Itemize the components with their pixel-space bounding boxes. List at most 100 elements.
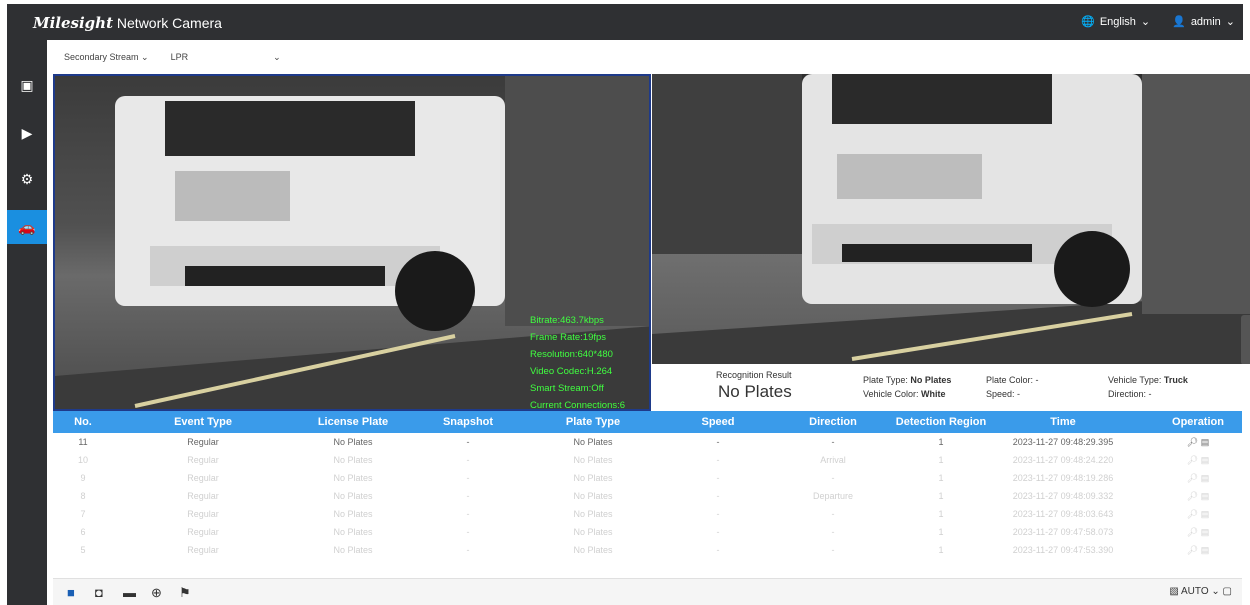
cell-speed: - (716, 491, 720, 501)
stream-select[interactable]: Secondary Stream ⌄ (64, 52, 149, 63)
operation-icons[interactable]: 🔎︎ ▤ (1163, 541, 1233, 559)
plate-type-label: Plate Type: (863, 375, 908, 385)
record-icon[interactable]: ▬ (123, 585, 136, 600)
delete-icon[interactable]: ▤ (1201, 491, 1210, 501)
search-icon[interactable]: 🔎︎ (1187, 491, 1198, 501)
col-event-type[interactable]: Event Type (153, 411, 253, 433)
delete-icon[interactable]: ▤ (1201, 509, 1210, 519)
direction-label: Direction: (1108, 389, 1147, 399)
sidebar-item-playback[interactable]: ▶ (7, 116, 47, 150)
col-operation[interactable]: Operation (1163, 411, 1233, 433)
zoom-mode-select[interactable]: ▧ AUTO ⌄ ▢ (1169, 586, 1232, 597)
search-icon[interactable]: 🔎︎ (1187, 473, 1198, 483)
cell-snapshot: - (466, 509, 470, 519)
snapshot-pane[interactable] (652, 74, 1250, 364)
stream-select-label: Secondary Stream (64, 52, 139, 62)
table-row[interactable]: 7 Regular No Plates - No Plates - - 1 2023-11-27… (53, 505, 1242, 523)
cell-direction: - (831, 473, 835, 483)
alarm-icon[interactable]: ⚑ (179, 585, 191, 601)
side-panel-handle[interactable] (1241, 315, 1250, 365)
video-osd: Bitrate:463.7kbps Frame Rate:19fps Resol… (530, 312, 625, 409)
cell-direction: - (831, 527, 835, 537)
car-icon: 🚗 (18, 218, 36, 235)
operation-icons[interactable]: 🔎︎ ▤ (1163, 433, 1233, 451)
search-icon[interactable]: 🔎︎ (1187, 455, 1198, 465)
gear-icon: ⚙ (20, 170, 34, 187)
cell-time: 2023-11-27 09:47:58.073 (1012, 527, 1114, 537)
table-row[interactable]: 10 Regular No Plates - No Plates - Arrival 1 202… (53, 451, 1242, 469)
search-icon[interactable]: 🔎︎ (1187, 527, 1198, 537)
cell-time: 2023-11-27 09:48:09.332 (1012, 491, 1114, 501)
col-direction[interactable]: Direction (798, 411, 868, 433)
cell-direction: Departure (812, 491, 854, 501)
delete-icon[interactable]: ▤ (1201, 527, 1210, 537)
col-snapshot[interactable]: Snapshot (433, 411, 503, 433)
operation-icons[interactable]: 🔎︎ ▤ (1163, 523, 1233, 541)
cell-no: 7 (80, 509, 86, 519)
live-video-pane[interactable]: Bitrate:463.7kbps Frame Rate:19fps Resol… (53, 74, 651, 411)
speed-value: - (1017, 389, 1021, 399)
speed-label: Speed: (986, 389, 1015, 399)
top-bar: Milesight Network Camera 🌐 English ⌄ 👤 a… (7, 4, 1243, 40)
zoom-icon[interactable]: ⊕ (151, 585, 162, 601)
table-row[interactable]: 11 Regular No Plates - No Plates - - 1 2023-11-2… (53, 433, 1242, 451)
mode-select[interactable]: LPR ⌄ (171, 52, 281, 63)
cell-snapshot: - (466, 545, 470, 555)
cell-no: 9 (80, 473, 86, 483)
cell-direction: - (831, 545, 835, 555)
sidebar-item-lpr[interactable]: 🚗 (7, 210, 47, 244)
cell-detection-region: 1 (938, 527, 944, 537)
recognition-result-value: No Plates (718, 382, 792, 401)
col-time[interactable]: Time (1008, 411, 1118, 433)
operation-icons[interactable]: 🔎︎ ▤ (1163, 469, 1233, 487)
cell-speed: - (716, 437, 720, 447)
col-speed[interactable]: Speed (683, 411, 753, 433)
stop-icon[interactable]: ■ (67, 585, 75, 600)
user-label: admin (1190, 15, 1221, 28)
cell-license-plate: No Plates (333, 527, 373, 537)
recognition-result-label: Recognition Result (716, 370, 792, 380)
table-row[interactable]: 6 Regular No Plates - No Plates - - 1 2023-11-27… (53, 523, 1242, 541)
table-row[interactable]: 8 Regular No Plates - No Plates - Departure 1 20… (53, 487, 1242, 505)
delete-icon[interactable]: ▤ (1201, 473, 1210, 483)
cell-snapshot: - (466, 455, 470, 465)
search-icon[interactable]: 🔎︎ (1187, 509, 1198, 519)
stream-selector: Secondary Stream ⌄ LPR ⌄ (64, 52, 281, 63)
cell-time: 2023-11-27 09:48:24.220 (1012, 455, 1114, 465)
operation-icons[interactable]: 🔎︎ ▤ (1163, 505, 1233, 523)
cell-time: 2023-11-27 09:48:03.643 (1012, 509, 1114, 519)
table-row[interactable]: 9 Regular No Plates - No Plates - - 1 2023-11-27… (53, 469, 1242, 487)
col-detection-region[interactable]: Detection Region (886, 411, 996, 433)
cell-event-type: Regular (187, 473, 219, 483)
col-no[interactable]: No. (63, 411, 103, 433)
sidebar-item-live-view[interactable]: ▣ (7, 68, 47, 102)
cell-detection-region: 1 (938, 509, 944, 519)
operation-icons[interactable]: 🔎︎ ▤ (1163, 487, 1233, 505)
user-menu[interactable]: 👤 admin ⌄ (1172, 15, 1235, 29)
operation-icons[interactable]: 🔎︎ ▤ (1163, 451, 1233, 469)
cell-plate-type: No Plates (573, 545, 613, 555)
delete-icon[interactable]: ▤ (1201, 437, 1210, 447)
sidebar-item-settings[interactable]: ⚙ (7, 162, 47, 196)
cell-plate-type: No Plates (573, 491, 613, 501)
cell-time: 2023-11-27 09:47:53.390 (1012, 545, 1114, 555)
brand: Milesight Network Camera (33, 14, 222, 32)
play-circle-icon: ▶ (21, 124, 33, 141)
mode-select-label: LPR (170, 52, 189, 62)
search-icon[interactable]: 🔎︎ (1187, 545, 1198, 555)
cell-snapshot: - (466, 473, 470, 483)
search-icon[interactable]: 🔎︎ (1187, 437, 1198, 447)
plate-type-value: No Plates (910, 375, 952, 385)
language-menu[interactable]: 🌐 English ⌄ (1081, 15, 1150, 29)
cell-plate-type: No Plates (573, 527, 613, 537)
camera-icon[interactable]: ◘ (95, 585, 103, 600)
table-row[interactable]: 5 Regular No Plates - No Plates - - 1 2023-11-27… (53, 541, 1242, 559)
col-license-plate[interactable]: License Plate (303, 411, 403, 433)
osd-codec: Video Codec:H.264 (530, 366, 613, 377)
col-plate-type[interactable]: Plate Type (543, 411, 643, 433)
cell-event-type: Regular (187, 545, 219, 555)
cell-snapshot: - (466, 527, 470, 537)
delete-icon[interactable]: ▤ (1201, 455, 1210, 465)
delete-icon[interactable]: ▤ (1201, 545, 1210, 555)
cell-license-plate: No Plates (333, 473, 373, 483)
